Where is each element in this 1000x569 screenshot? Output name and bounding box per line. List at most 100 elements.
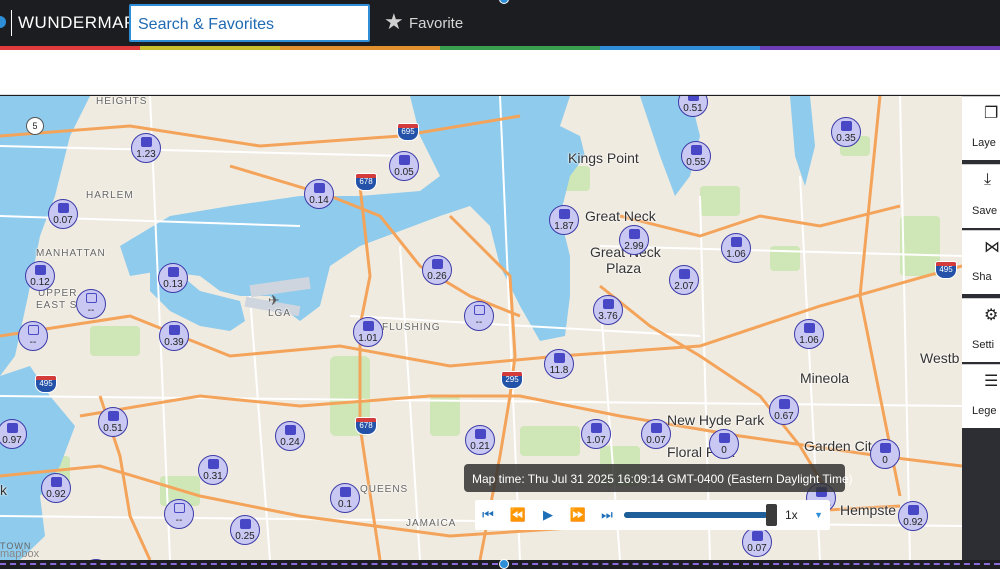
weather-station-marker[interactable]: 0.51	[98, 407, 128, 437]
skip-end-icon[interactable]: ⏭	[596, 505, 618, 525]
top-handle[interactable]	[499, 0, 509, 4]
divider	[11, 10, 12, 36]
weather-station-marker[interactable]: 0.07	[48, 199, 78, 229]
timeline-slider[interactable]	[624, 512, 774, 518]
weather-station-marker[interactable]: 0	[870, 439, 900, 469]
station-value: 0.67	[774, 411, 794, 422]
weather-station-marker[interactable]: 11.8	[544, 349, 574, 379]
station-icon	[679, 269, 690, 279]
weather-station-marker[interactable]: 3.76	[593, 295, 623, 325]
weather-station-marker[interactable]: 1.06	[794, 319, 824, 349]
station-icon	[908, 505, 919, 515]
place-label: Kings Point	[568, 150, 639, 166]
weather-station-marker[interactable]: 0.31	[198, 455, 228, 485]
station-value: 3.76	[598, 311, 618, 322]
station-icon	[554, 353, 565, 363]
station-value: 1.87	[554, 221, 574, 232]
weather-station-marker[interactable]: 1.06	[721, 233, 751, 263]
panel-button-save[interactable]: ⤓ Save	[962, 164, 1000, 228]
weather-station-marker[interactable]: --	[76, 289, 106, 319]
weather-station-marker[interactable]: 0.21	[465, 425, 495, 455]
station-value: 1.01	[358, 333, 378, 344]
station-icon	[35, 265, 46, 275]
weather-station-marker[interactable]: 2.99	[619, 225, 649, 255]
station-value: --	[29, 337, 37, 348]
weather-station-marker[interactable]: 0.92	[898, 501, 928, 531]
interstate-shield-icon: 678	[355, 173, 377, 191]
timeline-thumb[interactable]	[766, 504, 777, 526]
weather-station-marker[interactable]: 0.55	[681, 141, 711, 171]
weather-station-marker[interactable]: 0	[709, 429, 739, 459]
station-icon	[804, 323, 815, 333]
weather-station-marker[interactable]: 0.92	[41, 473, 71, 503]
panel-button-sha[interactable]: ⋈ Sha	[962, 230, 1000, 294]
station-value: 1.07	[586, 435, 606, 446]
station-icon	[591, 423, 602, 433]
panel-button-setti[interactable]: ⚙ Setti	[962, 298, 1000, 362]
globe-icon[interactable]	[0, 16, 6, 28]
weather-station-marker[interactable]: 0.25	[230, 515, 260, 545]
panel-button-laye[interactable]: ❐ Laye	[962, 96, 1000, 160]
station-icon	[86, 293, 97, 303]
station-value: --	[475, 317, 483, 328]
interstate-shield-icon: 495	[35, 375, 57, 393]
station-icon	[432, 259, 443, 269]
station-value: 0.07	[747, 543, 767, 554]
station-value: 0.39	[164, 337, 184, 348]
station-value: 0.24	[280, 437, 300, 448]
weather-station-marker[interactable]: 0.97	[0, 419, 27, 449]
weather-station-marker[interactable]: 1.87	[549, 205, 579, 235]
weather-station-marker[interactable]: 0.26	[422, 255, 452, 285]
panel-button-label: Lege	[972, 405, 997, 417]
fast-forward-icon[interactable]: ⏩	[567, 505, 589, 525]
weather-station-marker[interactable]: 1.23	[131, 133, 161, 163]
panel-button-lege[interactable]: ☰ Lege	[962, 364, 1000, 428]
station-value: 0.25	[235, 531, 255, 542]
station-value: 0.07	[53, 215, 73, 226]
weather-station-marker[interactable]: 1.01	[353, 317, 383, 347]
star-icon[interactable]: ★	[384, 9, 404, 35]
weather-station-marker[interactable]: 2.07	[669, 265, 699, 295]
weather-station-marker[interactable]: 0.39	[159, 321, 189, 351]
weather-station-marker[interactable]: --	[18, 321, 48, 351]
station-icon	[880, 443, 891, 453]
weather-station-marker[interactable]: 1.07	[581, 419, 611, 449]
place-label: New Hyde Park	[667, 412, 765, 428]
interstate-shield-icon: 295	[501, 371, 523, 389]
play-icon[interactable]: ▶	[537, 505, 559, 525]
mapbox-attribution[interactable]: mapbox	[0, 548, 39, 560]
station-icon	[7, 423, 18, 433]
station-value: 0.05	[394, 167, 414, 178]
weather-station-marker[interactable]: --	[464, 301, 494, 331]
place-label: Westb	[920, 350, 960, 366]
weather-station-marker[interactable]: 0.51	[678, 96, 708, 117]
place-label: MANHATTAN	[36, 248, 106, 259]
toolbar-area	[0, 50, 1000, 95]
station-icon	[169, 325, 180, 335]
station-icon	[731, 237, 742, 247]
speed-select[interactable]: 1x ▼	[781, 504, 827, 526]
station-value: 0.92	[903, 517, 923, 528]
panel-button-label: Save	[972, 205, 998, 217]
bottom-handle[interactable]	[499, 559, 509, 569]
weather-station-marker[interactable]: 0.07	[742, 527, 772, 557]
weather-station-marker[interactable]: 0.07	[641, 419, 671, 449]
skip-start-icon[interactable]: ⏮	[477, 505, 499, 525]
weather-station-marker[interactable]: 0.1	[330, 483, 360, 513]
station-value: 1.06	[726, 249, 746, 260]
rewind-icon[interactable]: ⏪	[507, 505, 529, 525]
weather-station-marker[interactable]: 0.24	[275, 421, 305, 451]
weather-station-marker[interactable]: 0.67	[769, 395, 799, 425]
search-input[interactable]: Search & Favorites	[129, 4, 370, 42]
weather-station-marker[interactable]: 0.12	[25, 261, 55, 291]
favorite-button[interactable]: Favorite	[409, 15, 463, 32]
weather-station-marker[interactable]: 0.05	[389, 151, 419, 181]
weather-station-marker[interactable]: --	[164, 499, 194, 529]
station-value: 0.51	[103, 423, 123, 434]
station-icon	[58, 203, 69, 213]
weather-station-marker[interactable]: 0.35	[831, 117, 861, 147]
brand-logo[interactable]: WUNDERMAP	[18, 13, 136, 33]
weather-station-marker[interactable]: 0.14	[304, 179, 334, 209]
station-value: 0.13	[163, 279, 183, 290]
weather-station-marker[interactable]: 0.13	[158, 263, 188, 293]
